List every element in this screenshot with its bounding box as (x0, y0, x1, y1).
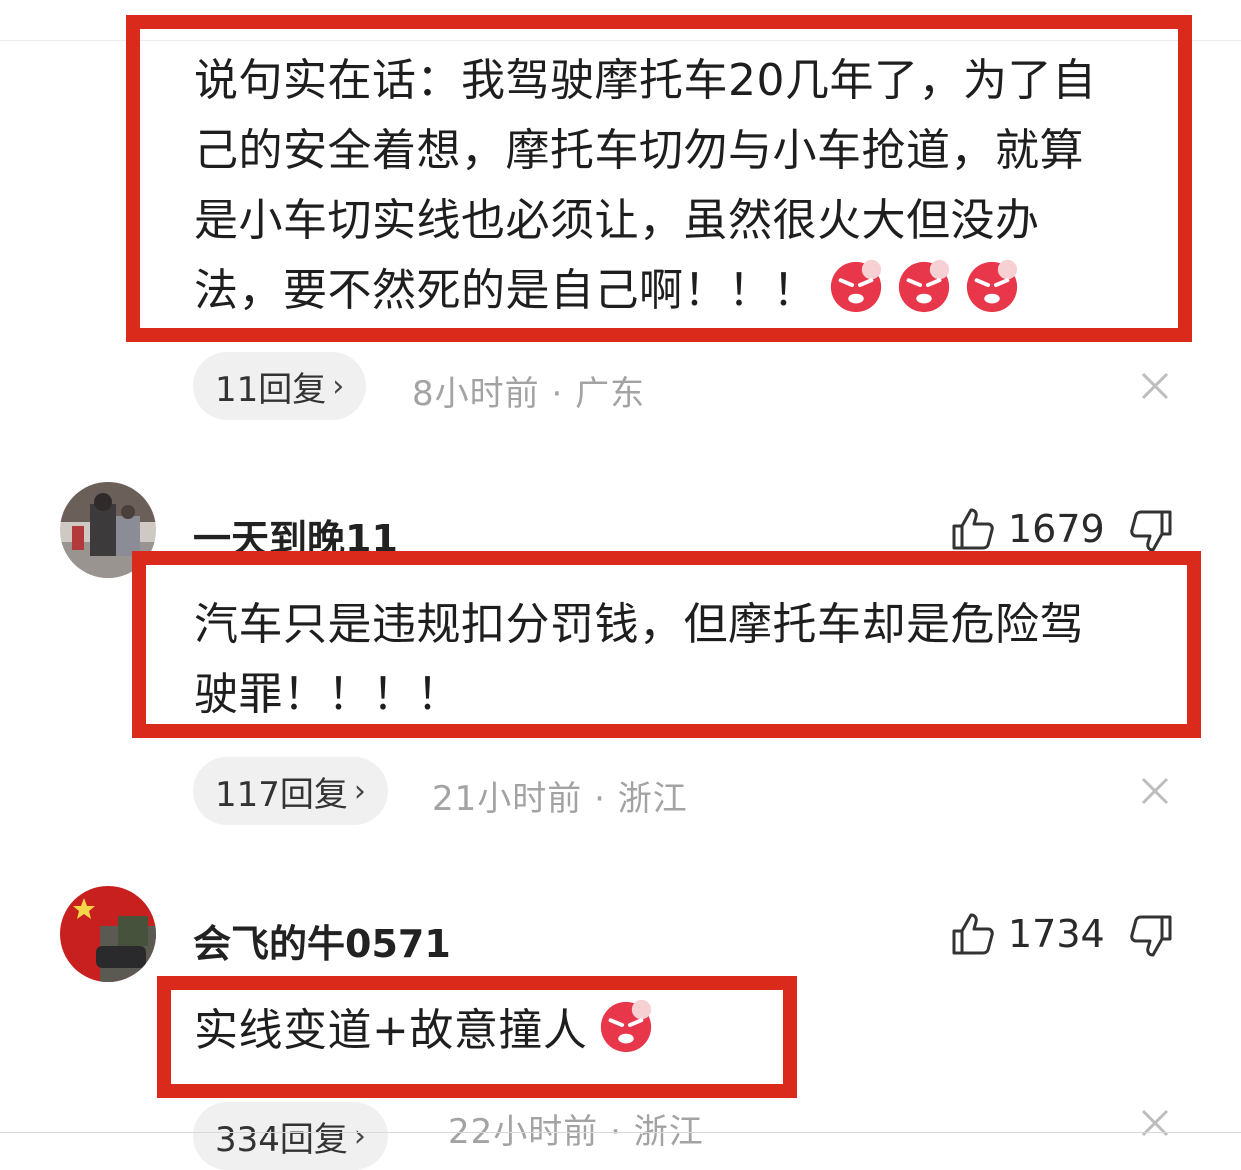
highlight-box-1 (126, 15, 1192, 342)
meta-separator: · (551, 374, 564, 414)
close-icon[interactable] (1140, 776, 1170, 806)
chevron-right-icon: › (353, 773, 366, 809)
chevron-right-icon: › (353, 1118, 366, 1154)
bottom-divider (0, 1132, 1241, 1133)
avatar[interactable] (60, 886, 156, 982)
reply-button-2[interactable]: 117回复 › (193, 757, 388, 825)
meta-separator: · (594, 779, 606, 819)
like-count: 1734 (1008, 912, 1105, 956)
thumbs-up-icon (952, 913, 994, 955)
reply-button-3[interactable]: 334回复 › (193, 1102, 388, 1170)
reply-button-1[interactable]: 11回复 › (193, 352, 367, 420)
like-count: 1679 (1008, 507, 1105, 551)
thumbs-down-icon[interactable] (1128, 508, 1174, 554)
username[interactable]: 会飞的牛0571 (193, 913, 451, 968)
comment-2-meta: 21小时前 · 浙江 (432, 771, 688, 820)
chevron-right-icon: › (332, 368, 345, 404)
thumbs-down-icon[interactable] (1128, 913, 1174, 959)
like-button[interactable]: 1679 (950, 506, 1105, 552)
comment-1-meta: 8小时前 · 广东 (412, 366, 645, 415)
highlight-box-3 (157, 976, 797, 1098)
close-icon[interactable] (1140, 371, 1170, 401)
highlight-box-2 (132, 551, 1201, 738)
comment-3-meta: 22小时前 · 浙江 (448, 1104, 704, 1153)
reply-label: 117回复 (215, 774, 348, 815)
reply-label: 334回复 (215, 1119, 348, 1160)
like-button[interactable]: 1734 (950, 911, 1105, 957)
reply-label: 11回复 (215, 369, 327, 410)
comment-location: 广东 (575, 374, 646, 414)
close-icon[interactable] (1140, 1108, 1170, 1138)
comment-location: 浙江 (617, 779, 688, 819)
thumbs-up-icon (952, 508, 994, 550)
comment-time: 21小时前 (432, 779, 583, 819)
comment-time: 8小时前 (412, 374, 540, 414)
